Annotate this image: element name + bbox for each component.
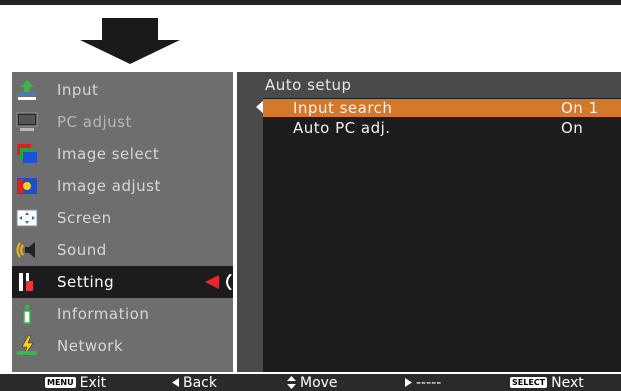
menu-item-label: Image select — [57, 145, 160, 163]
menu-item-label: PC adjust — [57, 113, 132, 131]
exit-hint: MENU Exit — [45, 374, 106, 391]
move-label: Move — [300, 374, 338, 391]
next-label: Next — [551, 374, 584, 391]
menu-item-label: Sound — [57, 241, 107, 259]
input-icon — [18, 80, 36, 100]
main-menu: Input PC adjust Image select Image adjus… — [12, 72, 233, 372]
row-input-search[interactable]: Input search On 1 — [263, 99, 621, 117]
menu-item-image-adjust[interactable]: Image adjust — [12, 170, 233, 202]
row-value: On 1 — [561, 99, 599, 117]
menu-item-label: Information — [57, 305, 150, 323]
menu-item-network[interactable]: Network — [12, 330, 233, 362]
move-hint: Move — [287, 374, 338, 391]
information-icon — [23, 304, 31, 324]
menu-item-image-select[interactable]: Image select — [12, 138, 233, 170]
menu-item-label: Image adjust — [57, 177, 161, 195]
back-label: Back — [183, 374, 217, 391]
screen-icon — [16, 209, 38, 227]
left-arrow-icon — [172, 378, 179, 387]
menu-item-input[interactable]: Input — [12, 74, 233, 106]
row-value: On — [561, 119, 584, 137]
menu-item-label: Screen — [57, 209, 112, 227]
active-pointer-icon — [205, 274, 232, 290]
next-hint: SELECT Next — [510, 374, 584, 391]
auto-setup-panel: Auto setup Input search On 1 Auto PC adj… — [237, 72, 621, 372]
help-bar: MENU Exit Back Move ----- SELECT Next — [0, 374, 621, 391]
row-label: Auto PC adj. — [293, 119, 391, 137]
panel-title: Auto setup — [265, 76, 352, 94]
menu-item-information[interactable]: Information — [12, 298, 233, 330]
back-hint: Back — [172, 374, 217, 391]
exit-label: Exit — [79, 374, 107, 391]
menu-item-pc-adjust[interactable]: PC adjust — [12, 106, 233, 138]
menu-item-label: Network — [57, 337, 124, 355]
row-label: Input search — [293, 99, 393, 117]
image-adjust-icon — [17, 178, 37, 194]
setting-icon — [19, 273, 33, 291]
menu-item-screen[interactable]: Screen — [12, 202, 233, 234]
select-key-badge: SELECT — [510, 377, 548, 388]
image-select-icon — [17, 144, 37, 163]
right-arrow-icon — [405, 378, 412, 387]
menu-key-badge: MENU — [45, 377, 76, 388]
panel-content: Input search On 1 Auto PC adj. On — [263, 98, 621, 372]
network-icon — [17, 335, 37, 357]
row-auto-pc-adj[interactable]: Auto PC adj. On — [263, 119, 621, 137]
menu-item-setting[interactable]: Setting — [12, 266, 233, 298]
up-down-arrow-icon — [287, 376, 296, 389]
pc-adjust-icon — [16, 112, 38, 131]
arrow-down-icon — [80, 18, 180, 64]
dash-label: ----- — [416, 374, 442, 391]
sound-icon — [16, 242, 35, 258]
menu-item-sound[interactable]: Sound — [12, 234, 233, 266]
top-bar — [0, 0, 621, 5]
menu-item-label: Input — [57, 81, 99, 99]
right-hint: ----- — [405, 374, 441, 391]
menu-item-label: Setting — [57, 273, 115, 291]
